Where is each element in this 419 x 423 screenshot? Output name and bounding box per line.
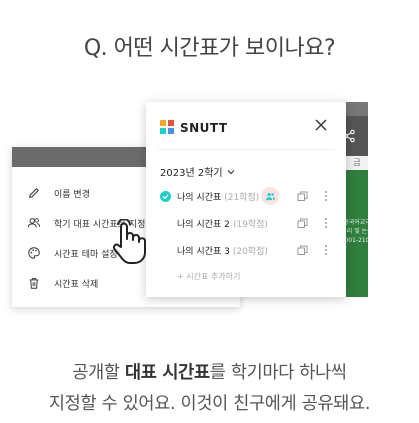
timetable-credits: (19학점)	[232, 219, 268, 230]
menu-item-theme[interactable]: 시간표 테마 설정	[26, 245, 118, 261]
chevron-down-icon	[227, 169, 234, 174]
timetable-credits: (21학점)	[224, 192, 260, 203]
primary-badge	[261, 187, 280, 205]
timetable-item[interactable]: 나의 시간표 3 (20학점)	[160, 242, 332, 258]
timetable-toolbar	[343, 116, 368, 156]
users-icon	[26, 215, 42, 231]
check-circle-icon	[160, 190, 171, 202]
more-vertical-icon[interactable]	[324, 244, 328, 256]
question-title: Q. 어떤 시간표가 보이나요?	[83, 36, 336, 61]
snutt-logo-icon	[160, 120, 174, 134]
description-line-2: 지정할 수 있어요. 이것이 친구에게 공유돼요.	[48, 394, 371, 414]
course-block[interactable]: 중국어교과 논리 및 논술 001-210	[341, 170, 373, 297]
timetable-preview: 금 중국어교과 논리 및 논술 001-210	[341, 102, 373, 297]
semester-label: 2023년 2학기	[160, 168, 223, 179]
hand-tap-icon	[112, 219, 146, 264]
illustration: 이름 변경 학기 대표 시간표로 지정 시간표 테마 설정 시간표 삭제 금 중…	[0, 100, 419, 310]
desc-bold: 대표 시간표	[124, 363, 210, 383]
semester-selector[interactable]: 2023년 2학기	[160, 164, 235, 179]
timetable-credits: (20학점)	[232, 246, 268, 257]
timetable-item[interactable]: 나의 시간표 (21학점)	[160, 187, 332, 205]
copy-icon[interactable]	[297, 218, 308, 229]
close-icon[interactable]	[314, 118, 328, 132]
status-bar	[346, 102, 368, 116]
more-vertical-icon[interactable]	[324, 217, 328, 229]
divider	[158, 149, 334, 150]
menu-item-label: 시간표 삭제	[54, 279, 99, 290]
timetable-name: 나의 시간표	[177, 192, 222, 203]
right-whitespace	[368, 100, 419, 310]
timetable-name: 나의 시간표 3	[177, 246, 230, 257]
desc-text: 공개할	[72, 363, 125, 383]
description-line-1: 공개할 대표 시간표를 학기마다 하나씩	[0, 358, 419, 389]
copy-icon[interactable]	[297, 245, 308, 256]
day-header: 금	[346, 156, 368, 170]
add-timetable-button[interactable]: + 시간표 추가하기	[177, 271, 240, 282]
users-icon	[265, 192, 275, 200]
trash-icon	[26, 275, 42, 291]
menu-item-label: 이름 변경	[54, 189, 90, 200]
timetable-drawer: SNUTT 2023년 2학기 나의 시간표 (21학점) 나의 시간표 2 (…	[146, 102, 346, 297]
desc-text: 를 학기마다 하나씩	[209, 363, 347, 383]
copy-icon[interactable]	[297, 191, 308, 202]
timetable-item[interactable]: 나의 시간표 2 (19학점)	[160, 215, 332, 231]
menu-item-rename[interactable]: 이름 변경	[26, 185, 90, 201]
more-vertical-icon[interactable]	[324, 190, 328, 202]
pencil-icon	[26, 185, 42, 201]
menu-item-delete[interactable]: 시간표 삭제	[26, 275, 98, 291]
brand-name: SNUTT	[180, 121, 228, 135]
timetable-name: 나의 시간표 2	[177, 219, 230, 230]
palette-icon	[26, 245, 42, 261]
description: 공개할 대표 시간표를 학기마다 하나씩 지정할 수 있어요. 이것이 친구에게…	[0, 358, 419, 420]
